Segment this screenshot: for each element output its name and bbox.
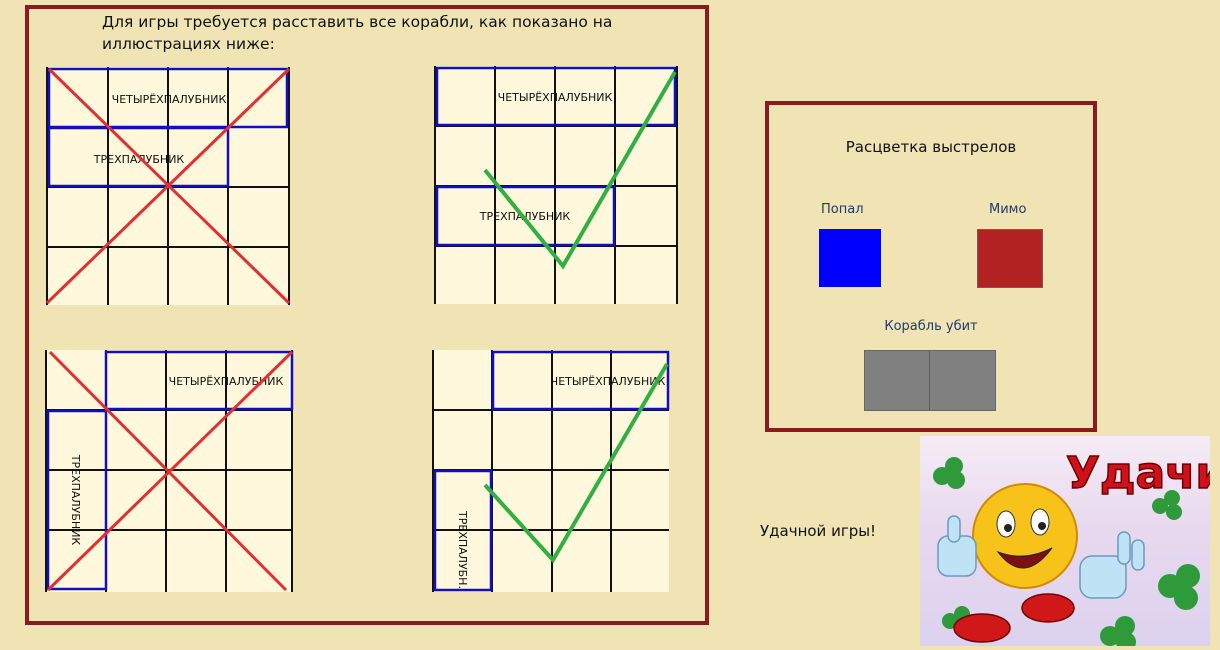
legend-title: Расцветка выстрелов — [845, 138, 1017, 156]
good-luck-image: Удачи — [920, 436, 1210, 646]
example-grid-top-right: ЧЕТЫРЁХПАЛУБНИК ТРЕХПАЛУБНИК — [434, 66, 678, 304]
three-deck-label: ТРЕХПАЛУБНИК — [69, 454, 82, 546]
sunk-swatch-divider — [929, 351, 930, 410]
three-deck-label: ТРЕХПАЛУБН. — [456, 510, 469, 589]
four-deck-label: ЧЕТЫРЁХПАЛУБНИК — [498, 91, 613, 104]
hit-color-swatch — [819, 229, 881, 287]
thumbs-up-glove-icon — [937, 515, 977, 577]
miss-label: Мимо — [989, 202, 1027, 217]
red-shoes-icon — [953, 593, 1075, 643]
miss-color-swatch — [977, 229, 1043, 288]
waving-glove-icon — [1079, 531, 1145, 599]
hit-label: Попал — [821, 202, 864, 217]
sunk-color-swatch — [864, 350, 996, 411]
four-deck-label: ЧЕТЫРЁХПАЛУБНИК — [551, 375, 666, 388]
four-deck-label: ЧЕТЫРЁХПАЛУБНИК — [112, 93, 227, 106]
sunk-label: Корабль убит — [884, 319, 978, 334]
good-luck-text: Удачной игры! — [760, 522, 877, 540]
shot-colors-legend: Расцветка выстрелов Попал Мимо Корабль у… — [765, 101, 1097, 432]
intro-text: Для игры требуется расставить все корабл… — [102, 13, 613, 53]
example-grid-top-left: ЧЕТЫРЁХПАЛУБНИК ТРЕХПАЛУБНИК — [45, 67, 291, 305]
banner-text: Удачи — [1066, 448, 1210, 499]
example-grid-bottom-right: ЧЕТЫРЁХПАЛУБНИК ТРЕХПАЛУБН. — [432, 350, 670, 592]
example-grid-bottom-left: ЧЕТЫРЁХПАЛУБНИК ТРЕХПАЛУБНИК — [45, 350, 294, 592]
smiley-face-icon — [972, 483, 1078, 589]
